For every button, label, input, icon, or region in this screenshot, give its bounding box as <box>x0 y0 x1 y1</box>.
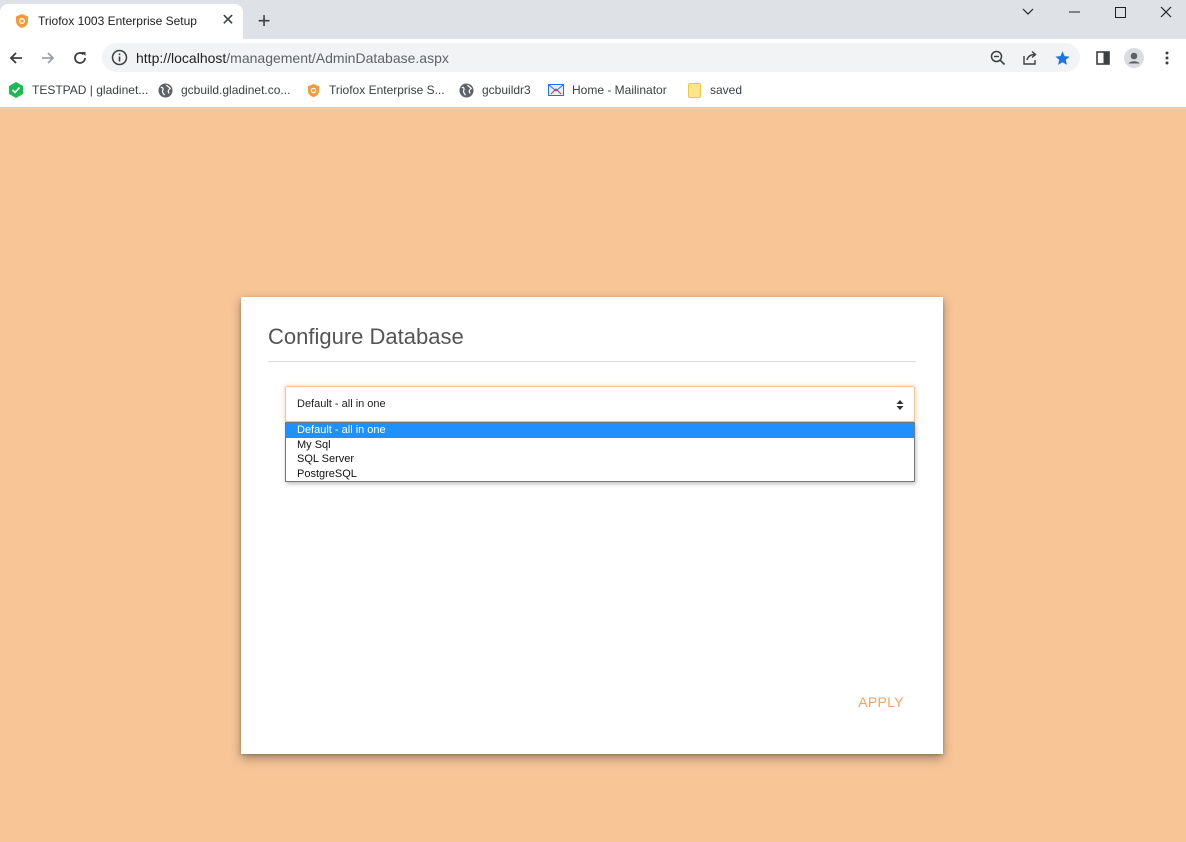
database-dropdown-list: Default - all in one My Sql SQL Server P… <box>285 422 915 482</box>
testpad-icon <box>8 82 24 98</box>
url-path: /management/AdminDatabase.aspx <box>226 50 449 66</box>
database-option-sqlserver[interactable]: SQL Server <box>286 452 914 467</box>
star-icon[interactable] <box>1053 49 1071 67</box>
url-host: http://localhost <box>136 50 227 66</box>
window-close-icon[interactable] <box>1143 0 1186 24</box>
bookmark-saved[interactable]: saved <box>686 81 742 99</box>
browser-toolbar: http://localhost/management/AdminDatabas… <box>0 39 1186 76</box>
folder-icon <box>686 82 702 98</box>
database-select-value: Default - all in one <box>297 398 386 410</box>
minimize-icon[interactable] <box>1051 0 1097 24</box>
active-tab[interactable]: Triofox 1003 Enterprise Setup ✕ <box>0 4 243 39</box>
tab-title: Triofox 1003 Enterprise Setup <box>38 14 197 28</box>
bookmark-label: saved <box>710 83 743 97</box>
database-select[interactable]: Default - all in one <box>285 386 915 422</box>
select-arrows-icon <box>896 398 904 410</box>
globe-icon <box>458 82 474 98</box>
page-title: Configure Database <box>268 324 464 349</box>
bookmark-testpad[interactable]: TESTPAD | gladinet... <box>8 81 148 99</box>
title-divider <box>268 361 916 362</box>
bookmarks-bar: TESTPAD | gladinet... gcbuild.gladinet.c… <box>0 76 1186 107</box>
tab-bar: Triofox 1003 Enterprise Setup ✕ + <box>0 0 1186 39</box>
share-icon[interactable] <box>1021 49 1039 67</box>
bookmark-triofox[interactable]: Triofox Enterprise S... <box>305 81 445 99</box>
forward-arrow-icon[interactable] <box>35 45 61 71</box>
bookmark-gcbuild[interactable]: gcbuild.gladinet.co... <box>157 81 290 99</box>
apply-button[interactable]: APPLY <box>846 689 916 715</box>
database-option-mysql[interactable]: My Sql <box>286 438 914 453</box>
database-option-default[interactable]: Default - all in one <box>286 423 914 438</box>
triofox-icon <box>305 82 321 98</box>
bookmark-mailinator[interactable]: Home - Mailinator <box>548 81 667 99</box>
new-tab-button[interactable]: + <box>252 9 276 33</box>
globe-icon <box>157 82 173 98</box>
bookmark-label: gcbuild.gladinet.co... <box>181 83 291 97</box>
back-arrow-icon[interactable] <box>3 45 29 71</box>
bookmark-label: TESTPAD | gladinet... <box>32 83 149 97</box>
bookmark-label: Home - Mailinator <box>572 83 667 97</box>
info-icon[interactable] <box>111 49 128 66</box>
mail-icon <box>548 82 564 98</box>
configure-database-card: Configure Database Default - all in one … <box>241 297 943 754</box>
bookmark-label: Triofox Enterprise S... <box>329 83 445 97</box>
bookmark-gcbuildr3[interactable]: gcbuildr3 <box>458 81 531 99</box>
reload-icon[interactable] <box>67 45 93 71</box>
zoom-icon[interactable] <box>989 49 1007 67</box>
maximize-icon[interactable] <box>1097 0 1143 24</box>
close-icon[interactable]: ✕ <box>219 12 237 30</box>
chevron-down-icon[interactable] <box>1005 0 1051 24</box>
url-text[interactable]: http://localhost/management/AdminDatabas… <box>136 50 449 66</box>
database-option-postgresql[interactable]: PostgreSQL <box>286 467 914 482</box>
profile-icon[interactable] <box>1124 48 1144 68</box>
address-bar[interactable]: http://localhost/management/AdminDatabas… <box>102 43 1080 72</box>
kebab-menu-icon[interactable] <box>1157 48 1177 68</box>
side-panel-icon[interactable] <box>1093 48 1113 68</box>
bookmark-label: gcbuildr3 <box>482 83 531 97</box>
triofox-icon <box>14 13 30 29</box>
